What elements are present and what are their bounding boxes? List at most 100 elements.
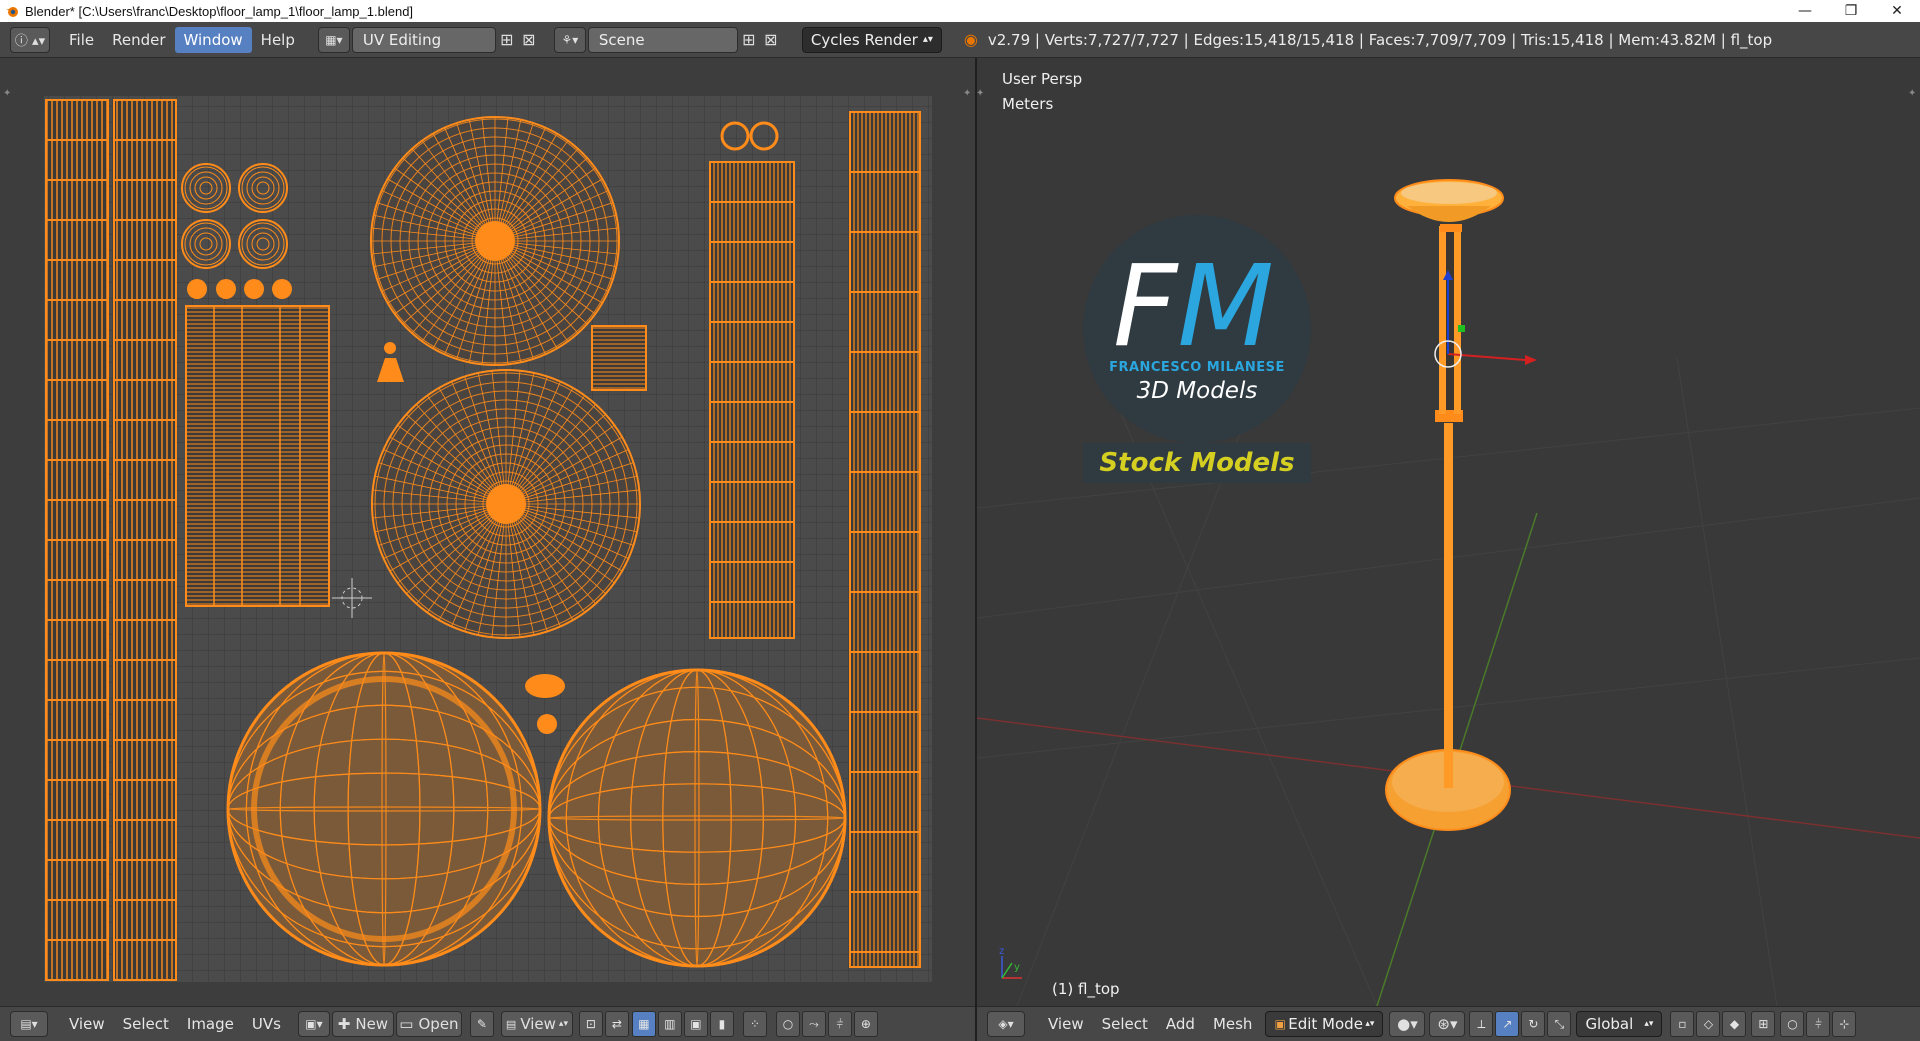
uv-menu-uvs[interactable]: UVs <box>243 1011 290 1037</box>
pin-icon[interactable]: ✎ <box>469 1011 494 1037</box>
uv-menu-image[interactable]: Image <box>178 1011 243 1037</box>
editor-type-info-button[interactable]: ⓘ ▴▾ <box>10 26 50 53</box>
scene-browse-button[interactable]: ⚘▾ <box>553 26 586 53</box>
vp-menu-view[interactable]: View <box>1039 1011 1093 1037</box>
uv-editor-header: ▤▾ View Select Image UVs ▣▾ ✚ New ▭ Open ✎… <box>0 1006 975 1041</box>
sticky-select-icon[interactable]: ⁘ <box>742 1011 767 1037</box>
svg-text:z: z <box>999 946 1004 957</box>
orientation-dropdown[interactable]: Global ▴▾ <box>1576 1011 1663 1037</box>
3d-viewport[interactable]: y z ✦ ✦ User Persp Meters (1) fl_top FM … <box>977 58 1920 1006</box>
add-screen-button[interactable]: ⊞ <box>496 27 518 53</box>
folder-icon: ▭ <box>399 1015 414 1033</box>
scale-manipulator-icon[interactable]: ⤡ <box>1547 1011 1572 1037</box>
vp-menu-add[interactable]: Add <box>1157 1011 1204 1037</box>
minimize-button[interactable]: — <box>1782 0 1828 22</box>
image-browse-icon: ▣▾ <box>305 1017 323 1031</box>
uv-dot <box>244 279 264 299</box>
uv-strip-mid <box>709 161 795 639</box>
view-mode-icon: ▤ <box>505 1017 517 1031</box>
scene-statistics: v2.79 | Verts:7,727/7,727 | Edges:15,418… <box>987 30 1773 49</box>
view-mode-dropdown[interactable]: ▤ View ▴▾ <box>500 1011 573 1037</box>
plus-icon: ⊞ <box>742 30 756 49</box>
view-name-label: User Persp <box>1002 70 1083 88</box>
proportional-edit-icon[interactable]: ○ <box>1780 1011 1805 1037</box>
window-title: Blender* [C:\Users\franc\Desktop\floor_l… <box>25 3 414 19</box>
island-select-icon[interactable]: ▮ <box>709 1011 734 1037</box>
edge-select-icon[interactable]: ▥ <box>657 1011 682 1037</box>
mode-dropdown[interactable]: ▣ Edit Mode ▴▾ <box>1265 1011 1384 1037</box>
pivot-icon[interactable]: ⊡ <box>578 1011 603 1037</box>
snap-element-icon[interactable]: ⊹ <box>1832 1011 1857 1037</box>
snap-target-icon[interactable]: ⊕ <box>853 1011 878 1037</box>
screen-layout-field[interactable]: UV Editing <box>351 26 496 53</box>
editor-type-uv-button[interactable]: ▤▾ <box>10 1011 48 1037</box>
render-engine-label: Cycles Render <box>810 30 918 49</box>
close-button[interactable]: ✕ <box>1874 0 1920 22</box>
manipulator-toggle-icon[interactable]: ⟂ <box>1469 1011 1494 1037</box>
scene-field[interactable]: Scene <box>587 26 738 53</box>
render-engine-dropdown[interactable]: Cycles Render ▴▾ <box>801 26 942 53</box>
blender-logo-icon <box>6 7 18 17</box>
updown-arrow-icon: ▴▾ <box>922 34 933 45</box>
view-mode-label: View <box>520 1015 556 1033</box>
info-header: ⓘ ▴▾ File Render Window Help ▦▾ UV Editi… <box>0 22 1920 58</box>
uv-small-block <box>591 325 647 391</box>
cube-icon: ◈▾ <box>998 1017 1014 1031</box>
restore-button[interactable]: ❐ <box>1828 0 1874 22</box>
logo-name: FRANCESCO MILANESE <box>1109 360 1285 375</box>
logo-subtitle: 3D Models <box>1136 378 1258 404</box>
viewport-canvas[interactable]: y z ✦ ✦ <box>977 58 1920 1006</box>
vertex-select-mode-icon[interactable]: ▫ <box>1670 1011 1695 1037</box>
updown-arrow-icon: ▴▾ <box>1365 1019 1375 1029</box>
region-toggle-right-icon[interactable]: ✦ <box>1908 88 1916 99</box>
uv-radial-disc-top-center <box>475 221 515 261</box>
updown-arrow-icon: ▴▾ <box>1644 1019 1654 1029</box>
falloff-icon[interactable]: ⤳ <box>801 1011 826 1037</box>
remove-screen-button[interactable]: ⊠ <box>518 27 540 53</box>
open-image-button[interactable]: ▭ Open <box>395 1011 462 1037</box>
region-toggle-left-icon[interactable]: ✦ <box>3 88 11 99</box>
snap-icon[interactable]: ⫩ <box>1806 1011 1831 1037</box>
image-browse-button[interactable]: ▣▾ <box>297 1011 330 1037</box>
region-toggle-left-icon[interactable]: ✦ <box>977 88 984 99</box>
menu-window[interactable]: Window <box>174 26 252 53</box>
vp-menu-select[interactable]: Select <box>1093 1011 1157 1037</box>
uv-image-editor[interactable]: ✦ ✦ <box>0 58 975 1006</box>
uv-strip-right <box>849 111 921 968</box>
snap-icon[interactable]: ⫩ <box>827 1011 852 1037</box>
menu-file[interactable]: File <box>60 27 103 53</box>
uv-small-bit <box>537 714 557 734</box>
viewport-header: ◈▾ View Select Add Mesh ▣ Edit Mode ▴▾ ●… <box>977 1006 1920 1041</box>
logo-letter-f: F <box>1113 242 1178 372</box>
face-select-mode-icon[interactable]: ◆ <box>1722 1011 1747 1037</box>
new-image-button[interactable]: ✚ New <box>331 1011 394 1037</box>
uv-radial-disc-mid-center <box>486 484 526 524</box>
svg-text:y: y <box>1014 962 1020 973</box>
face-select-icon[interactable]: ▣ <box>683 1011 708 1037</box>
translate-manipulator-icon[interactable]: ↗ <box>1495 1011 1520 1037</box>
remove-scene-button[interactable]: ⊠ <box>760 27 782 53</box>
screen-layout-browse-button[interactable]: ▦▾ <box>317 26 350 53</box>
uv-canvas[interactable]: ✦ ✦ <box>0 58 975 1006</box>
watermark-logo: FM FRANCESCO MILANESE 3D Models <box>1083 215 1311 443</box>
uv-menu-select[interactable]: Select <box>114 1011 178 1037</box>
editor-type-3d-button[interactable]: ◈▾ <box>987 1011 1025 1037</box>
pivot-dropdown[interactable]: ⊛▾ <box>1429 1011 1466 1037</box>
new-image-label: New <box>355 1015 389 1033</box>
menu-help[interactable]: Help <box>252 27 304 53</box>
add-scene-button[interactable]: ⊞ <box>738 27 760 53</box>
x-icon: ⊠ <box>764 30 778 49</box>
sync-selection-icon[interactable]: ⇄ <box>604 1011 629 1037</box>
region-toggle-right-icon[interactable]: ✦ <box>963 88 971 99</box>
vertex-select-icon[interactable]: ▦ <box>631 1011 656 1037</box>
menu-render[interactable]: Render <box>103 27 174 53</box>
plus-icon: ✚ <box>337 1015 351 1033</box>
proportional-edit-icon[interactable]: ○ <box>775 1011 800 1037</box>
uv-sphere-left <box>226 651 542 967</box>
uv-menu-view[interactable]: View <box>60 1011 114 1037</box>
vp-menu-mesh[interactable]: Mesh <box>1204 1011 1262 1037</box>
edge-select-mode-icon[interactable]: ◇ <box>1696 1011 1721 1037</box>
occlude-geometry-icon[interactable]: ⊞ <box>1751 1011 1776 1037</box>
shading-dropdown[interactable]: ●▾ <box>1389 1011 1426 1037</box>
rotate-manipulator-icon[interactable]: ↻ <box>1521 1011 1546 1037</box>
